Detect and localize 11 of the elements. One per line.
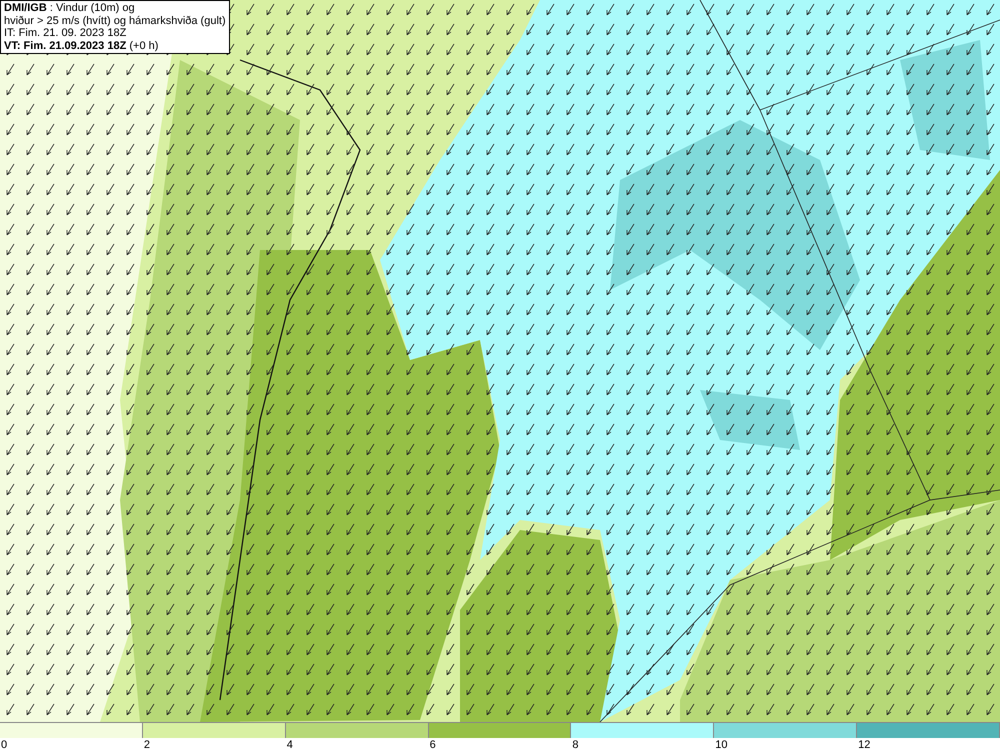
info-text: IT: Fim. 21. 09. 2023 18Z xyxy=(4,27,128,40)
legend-label: 0 xyxy=(1,739,8,751)
info-text: hviður > 25 m/s (hvítt) og hámarkshviða (gult) xyxy=(4,14,226,27)
legend-label: 8 xyxy=(572,739,579,751)
info-text: DMI/IGB : Vindur (10m) og xyxy=(4,2,136,14)
info-text: VT: Fim. 21.09.2023 18Z (+0 h) xyxy=(4,40,160,52)
legend-label: 6 xyxy=(430,739,436,751)
legend-label: 4 xyxy=(286,739,293,751)
legend-label: 10 xyxy=(715,739,728,751)
legend-label: 12 xyxy=(858,739,870,751)
legend-label: 2 xyxy=(144,739,150,751)
